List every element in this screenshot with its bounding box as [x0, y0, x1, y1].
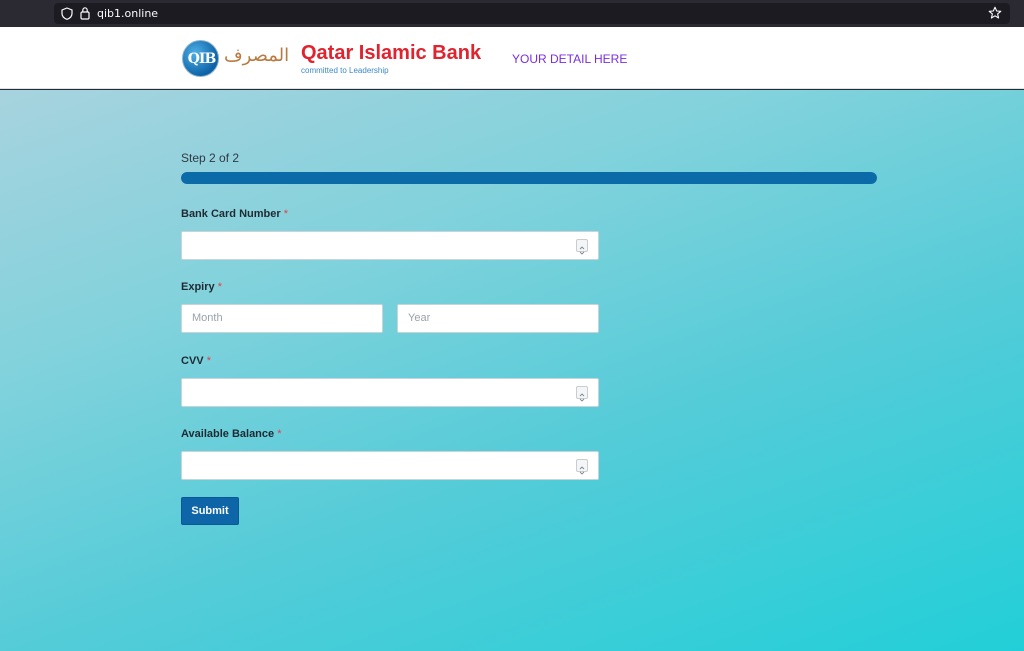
step-indicator: Step 2 of 2: [181, 151, 240, 165]
required-marker: *: [283, 208, 288, 220]
expiry-label-text: Expiry: [181, 281, 215, 293]
required-marker: *: [206, 355, 211, 367]
number-spinner-icon[interactable]: [576, 459, 588, 475]
progress-bar: [181, 172, 877, 184]
brand-tagline: committed to Leadership: [301, 66, 389, 75]
card-number-input[interactable]: [181, 231, 599, 260]
cvv-input[interactable]: [181, 378, 599, 407]
cvv-label: CVV *: [181, 354, 211, 368]
shield-icon[interactable]: [61, 7, 73, 20]
cvv-label-text: CVV: [181, 355, 204, 367]
expiry-month-placeholder: Month: [192, 312, 223, 324]
logo-arabic-text: المصرف: [224, 45, 290, 66]
number-spinner-icon[interactable]: [576, 386, 588, 402]
required-marker: *: [217, 281, 222, 293]
submit-button[interactable]: Submit: [181, 497, 239, 525]
required-marker: *: [277, 428, 282, 440]
balance-label: Available Balance *: [181, 427, 281, 441]
balance-label-text: Available Balance: [181, 428, 275, 440]
balance-input[interactable]: [181, 451, 599, 480]
your-detail-link[interactable]: YOUR DETAIL HERE: [512, 51, 627, 67]
browser-toolbar: qib1.online: [0, 0, 1024, 27]
lock-icon[interactable]: [79, 6, 91, 20]
site-header: QIB المصرف Qatar Islamic Bank committed …: [0, 27, 1024, 89]
qib-logo-icon[interactable]: QIB: [182, 40, 219, 77]
expiry-year-input[interactable]: Year: [397, 304, 599, 333]
number-spinner-icon[interactable]: [576, 239, 588, 255]
form-section: Step 2 of 2 Bank Card Number * Expiry * …: [0, 90, 1024, 651]
url-text[interactable]: qib1.online: [97, 6, 158, 21]
expiry-label: Expiry *: [181, 280, 222, 294]
card-number-label: Bank Card Number *: [181, 207, 288, 221]
expiry-year-placeholder: Year: [408, 312, 431, 324]
card-number-label-text: Bank Card Number: [181, 208, 281, 220]
progress-bar-fill: [181, 172, 877, 184]
bookmark-star-icon[interactable]: [988, 6, 1002, 20]
brand-name: Qatar Islamic Bank: [301, 42, 482, 64]
logo-monogram: QIB: [187, 51, 217, 67]
address-bar[interactable]: qib1.online: [54, 3, 1010, 24]
expiry-month-input[interactable]: Month: [181, 304, 383, 333]
